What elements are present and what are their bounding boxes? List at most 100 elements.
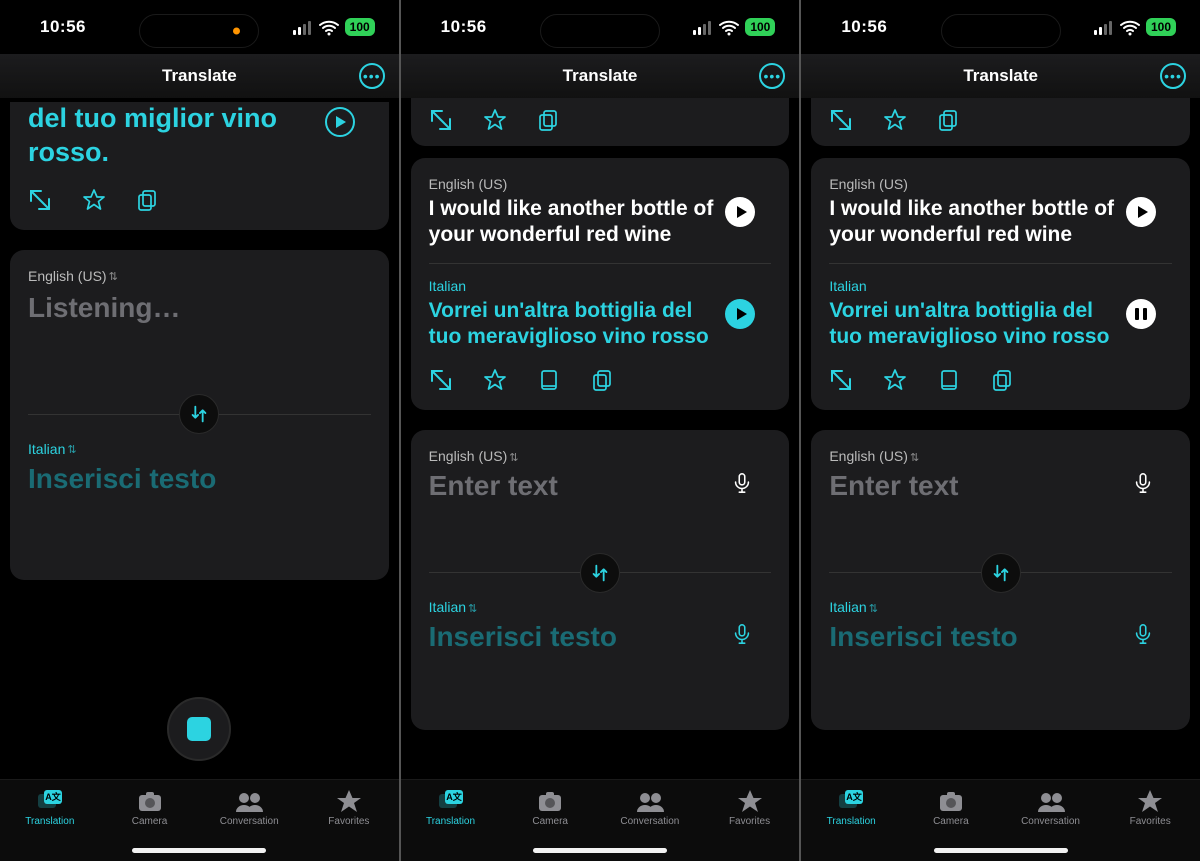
- source-placeholder[interactable]: Enter text: [829, 470, 1172, 502]
- screenshot-3: 10:56 100 Translate ••• English (US) I w…: [801, 0, 1200, 861]
- dictionary-icon[interactable]: [937, 368, 961, 392]
- status-bar: 10:56 100: [401, 0, 800, 54]
- target-placeholder[interactable]: Inserisci testo: [829, 621, 1172, 653]
- wifi-icon: [1120, 19, 1140, 36]
- expand-icon[interactable]: [429, 368, 453, 392]
- translation-card-prev[interactable]: [811, 98, 1190, 146]
- target-language-label: Italian: [829, 278, 1128, 294]
- expand-icon[interactable]: [829, 368, 853, 392]
- target-placeholder[interactable]: Inserisci testo: [28, 463, 371, 495]
- card-actions: [28, 188, 371, 212]
- source-language-selector[interactable]: English (US)⇅: [28, 268, 118, 284]
- card-actions: [429, 368, 772, 392]
- stop-recording-button[interactable]: [167, 697, 231, 761]
- status-bar: 10:56 100: [0, 0, 399, 54]
- favorites-tab-icon: [735, 788, 765, 814]
- home-indicator[interactable]: [934, 848, 1068, 853]
- card-divider: [829, 263, 1172, 264]
- target-language-label: Italian: [829, 599, 866, 615]
- battery-level: 100: [345, 18, 375, 36]
- translation-target-text: Vorrei un'altra bottiglia del tuo meravi…: [429, 298, 728, 351]
- dynamic-island[interactable]: [139, 14, 259, 48]
- mic-button[interactable]: [1132, 470, 1154, 496]
- target-language-selector[interactable]: Italian⇅: [829, 599, 878, 615]
- expand-icon[interactable]: [28, 188, 52, 212]
- swap-languages-button[interactable]: [981, 553, 1021, 593]
- favorite-icon[interactable]: [883, 368, 907, 392]
- tab-favorites[interactable]: Favorites: [299, 788, 399, 861]
- play-target-button[interactable]: [725, 299, 755, 329]
- copy-icon[interactable]: [537, 108, 561, 132]
- favorite-icon[interactable]: [483, 108, 507, 132]
- target-language-selector[interactable]: Italian⇅: [28, 441, 77, 457]
- signal-icon: [693, 20, 713, 35]
- favorite-icon[interactable]: [483, 368, 507, 392]
- tab-favorites[interactable]: Favorites: [1100, 788, 1200, 861]
- tab-translation[interactable]: Translation: [0, 788, 100, 861]
- tab-translation[interactable]: Translation: [401, 788, 501, 861]
- pause-target-button[interactable]: [1126, 299, 1156, 329]
- tab-label: Camera: [532, 816, 568, 827]
- translation-card[interactable]: del tuo miglior vino rosso.: [10, 102, 389, 230]
- play-source-button[interactable]: [1126, 197, 1156, 227]
- source-language-selector[interactable]: English (US)⇅: [829, 448, 919, 464]
- mic-button[interactable]: [1132, 621, 1154, 647]
- more-button[interactable]: •••: [759, 63, 785, 89]
- tab-label: Conversation: [620, 816, 679, 827]
- tab-translation[interactable]: Translation: [801, 788, 901, 861]
- dynamic-island[interactable]: [540, 14, 660, 48]
- card-actions: [429, 108, 772, 132]
- signal-icon: [293, 20, 313, 35]
- target-language-label: Italian: [28, 441, 65, 457]
- target-placeholder[interactable]: Inserisci testo: [429, 621, 772, 653]
- mic-button[interactable]: [731, 470, 753, 496]
- tab-label: Conversation: [220, 816, 279, 827]
- home-indicator[interactable]: [132, 848, 266, 853]
- source-placeholder[interactable]: Enter text: [429, 470, 772, 502]
- favorite-icon[interactable]: [883, 108, 907, 132]
- favorite-icon[interactable]: [82, 188, 106, 212]
- translation-card[interactable]: English (US) I would like another bottle…: [411, 158, 790, 410]
- status-time: 10:56: [40, 17, 86, 37]
- source-language-label: English (US): [829, 448, 908, 464]
- play-source-button[interactable]: [725, 197, 755, 227]
- translation-target-text: del tuo miglior vino rosso.: [28, 102, 327, 170]
- translation-card-prev[interactable]: [411, 98, 790, 146]
- conversation-tab-icon: [234, 788, 264, 814]
- camera-tab-icon: [936, 788, 966, 814]
- more-button[interactable]: •••: [359, 63, 385, 89]
- nav-title: Translate: [963, 66, 1038, 86]
- dictionary-icon[interactable]: [537, 368, 561, 392]
- nav-bar: Translate •••: [0, 54, 399, 98]
- target-language-selector[interactable]: Italian⇅: [429, 599, 478, 615]
- swap-languages-button[interactable]: [179, 394, 219, 434]
- swap-icon: [589, 562, 611, 584]
- expand-icon[interactable]: [829, 108, 853, 132]
- tab-label: Translation: [827, 816, 876, 827]
- more-button[interactable]: •••: [1160, 63, 1186, 89]
- translate-tab-icon: [836, 788, 866, 814]
- expand-icon[interactable]: [429, 108, 453, 132]
- status-time: 10:56: [441, 17, 487, 37]
- tab-label: Favorites: [1130, 816, 1171, 827]
- camera-tab-icon: [535, 788, 565, 814]
- dynamic-island[interactable]: [941, 14, 1061, 48]
- mic-button[interactable]: [731, 621, 753, 647]
- home-indicator[interactable]: [533, 848, 667, 853]
- translation-card[interactable]: English (US) I would like another bottle…: [811, 158, 1190, 410]
- swap-languages-button[interactable]: [580, 553, 620, 593]
- tab-favorites[interactable]: Favorites: [700, 788, 800, 861]
- source-language-label: English (US): [429, 176, 728, 192]
- screenshot-2: 10:56 100 Translate ••• English (US) I w…: [401, 0, 800, 861]
- source-language-label: English (US): [28, 268, 107, 284]
- play-target-button[interactable]: [325, 107, 355, 137]
- favorites-tab-icon: [1135, 788, 1165, 814]
- copy-icon[interactable]: [991, 368, 1015, 392]
- status-bar: 10:56 100: [801, 0, 1200, 54]
- source-language-selector[interactable]: English (US)⇅: [429, 448, 519, 464]
- copy-icon[interactable]: [937, 108, 961, 132]
- copy-icon[interactable]: [591, 368, 615, 392]
- copy-icon[interactable]: [136, 188, 160, 212]
- translation-source-text: I would like another bottle of your wond…: [829, 196, 1128, 249]
- translation-source-text: I would like another bottle of your wond…: [429, 196, 728, 249]
